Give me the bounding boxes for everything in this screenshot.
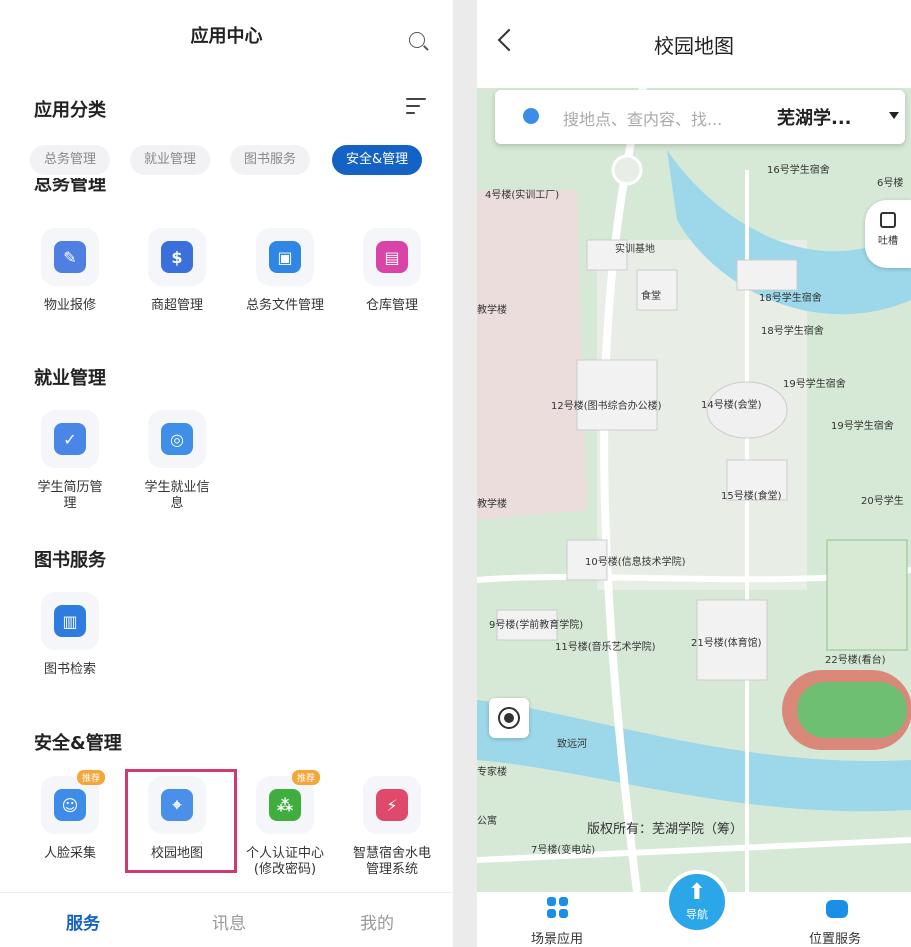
category-chips: 总务管理 就业管理 图书服务 安全&管理 <box>0 145 453 175</box>
tab-mine[interactable]: 我的 <box>360 909 394 934</box>
app-warehouse[interactable]: ▤ 仓库管理 <box>348 228 436 314</box>
map-label: 21号楼(体育馆) <box>691 636 762 649</box>
caret-down-icon[interactable] <box>889 112 899 119</box>
map-label: 11号楼(音乐艺术学院) <box>555 640 656 653</box>
map-label: 18号学生宿舍 <box>761 324 824 337</box>
navigation-arrow-icon: ⬆ <box>687 880 707 905</box>
campus-map-highlight <box>125 769 237 873</box>
app-property-repair[interactable]: ✎ 物业报修 <box>26 228 114 314</box>
chip-employment[interactable]: 就业管理 <box>130 145 211 175</box>
map-label: 22号楼(看台) <box>825 653 886 666</box>
search-icon[interactable] <box>409 32 425 48</box>
locate-button[interactable] <box>489 698 529 738</box>
map-label: 20号学生 <box>861 494 904 507</box>
location-service-tab[interactable]: 位置服务 <box>809 928 861 947</box>
section-title-library: 图书服务 <box>34 550 106 571</box>
face-icon: ☺ <box>54 789 86 821</box>
robot-icon[interactable] <box>826 900 848 918</box>
copyright-text: 版权所有：芜湖学院（筹） <box>587 822 744 837</box>
map-label: 10号楼(信息技术学院) <box>585 555 686 568</box>
section-title-employment: 就业管理 <box>34 368 106 389</box>
tab-messages[interactable]: 讯息 <box>212 909 246 934</box>
feedback-icon <box>880 212 896 228</box>
user-group-icon: ⁂ <box>269 789 301 821</box>
tab-service[interactable]: 服务 <box>66 909 100 934</box>
map-label: 食堂 <box>641 289 661 302</box>
section-title-security: 安全&管理 <box>34 733 122 754</box>
search-placeholder[interactable]: 搜地点、查内容、找... <box>563 106 722 130</box>
scene-apps-tab[interactable]: 场景应用 <box>531 928 583 947</box>
app-student-employment[interactable]: ◎ 学生就业信息 <box>133 410 221 512</box>
page-title: 校园地图 <box>654 34 734 58</box>
map-label: 16号学生宿舍 <box>767 163 830 176</box>
map-label: 19号学生宿舍 <box>831 419 894 432</box>
repair-icon: ✎ <box>54 241 86 273</box>
app-student-resume[interactable]: ✓ 学生简历管理 <box>26 410 114 512</box>
section-title-general-affairs: 总务管理 <box>34 178 106 195</box>
bottom-tab-bar: 服务 讯息 我的 <box>0 892 453 947</box>
category-title: 应用分类 <box>34 100 106 121</box>
map-label: 实训基地 <box>615 242 655 255</box>
navigate-button[interactable]: ⬆ 导航 <box>665 870 729 934</box>
store-icon: $ <box>161 241 193 273</box>
app-face-capture[interactable]: ☺ 推荐 人脸采集 <box>26 770 114 862</box>
app-center-screen: 应用中心 应用分类 总务管理 就业管理 图书服务 安全&管理 总务管理 ✎ 物业… <box>0 0 453 947</box>
feedback-button[interactable]: 吐槽 <box>865 200 911 268</box>
app-personal-auth[interactable]: ⁂ 推荐 个人认证中心(修改密码) <box>241 770 329 878</box>
app-dorm-utilities[interactable]: ⚡ 智慧宿舍水电管理系统 <box>348 776 436 878</box>
map-label: 教学楼 <box>477 303 507 316</box>
grid-icon[interactable] <box>547 897 569 919</box>
recommend-badge: 推荐 <box>291 770 320 785</box>
map-label: 9号楼(学前教育学院) <box>489 618 583 631</box>
warehouse-icon: ▤ <box>376 241 408 273</box>
map-label: 19号学生宿舍 <box>783 377 846 390</box>
map-label: 7号楼(变电站) <box>531 843 595 856</box>
chip-security-management[interactable]: 安全&管理 <box>332 145 423 175</box>
app-book-search[interactable]: ▥ 图书检索 <box>26 592 114 678</box>
campus-map-screen: 校园地图 16号学生宿舍 6号楼 4号楼(实训工厂) 实训基地 食堂 18号学生… <box>477 0 911 947</box>
map-label: 14号楼(会堂) <box>701 398 762 411</box>
books-icon: ▥ <box>54 605 86 637</box>
app-general-files[interactable]: ▣ 总务文件管理 <box>241 228 329 314</box>
map-label: 6号楼 <box>877 176 903 189</box>
map-label: 致远河 <box>557 737 587 750</box>
page-title: 应用中心 <box>190 26 263 47</box>
lightning-icon: ⚡ <box>376 789 408 821</box>
map-label: 4号楼(实训工厂) <box>485 188 559 201</box>
app-center-header: 应用中心 <box>0 0 453 70</box>
map-header: 校园地图 <box>477 0 911 88</box>
briefcase-icon: ▣ <box>269 241 301 273</box>
app-store-management[interactable]: $ 商超管理 <box>133 228 221 314</box>
badge-icon: ✓ <box>54 423 86 455</box>
recommend-badge: 推荐 <box>76 770 105 785</box>
chip-library[interactable]: 图书服务 <box>230 145 311 175</box>
map-label: 18号学生宿舍 <box>759 291 822 304</box>
chip-general-affairs[interactable]: 总务管理 <box>30 145 111 175</box>
map-label: 教学楼 <box>477 497 507 510</box>
map-search-bar[interactable]: 搜地点、查内容、找... 芜湖学... <box>495 90 905 144</box>
target-icon: ◎ <box>161 423 193 455</box>
campus-selector[interactable]: 芜湖学... <box>777 104 852 130</box>
map-label: 专家楼 <box>477 765 507 778</box>
map-label: 15号楼(食堂) <box>721 489 782 502</box>
map-label: 公寓 <box>477 814 497 827</box>
user-pin-icon <box>523 108 539 124</box>
campus-map[interactable]: 16号学生宿舍 6号楼 4号楼(实训工厂) 实训基地 食堂 18号学生宿舍 18… <box>477 70 911 892</box>
menu-icon[interactable] <box>406 98 426 116</box>
map-label: 12号楼(图书综合办公楼) <box>551 399 662 412</box>
